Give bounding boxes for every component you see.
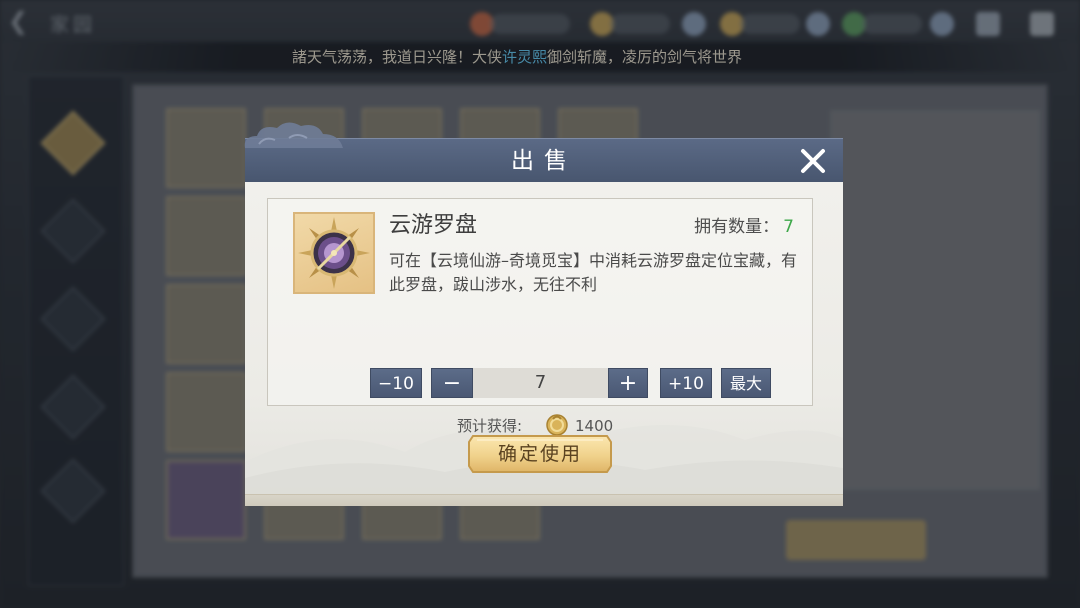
- item-thumbnail: [293, 212, 375, 294]
- quantity-input[interactable]: 7: [473, 368, 608, 398]
- minus-ten-button[interactable]: −10: [370, 368, 422, 398]
- owned-label: 拥有数量：: [694, 217, 780, 237]
- item-name: 云游罗盘: [389, 213, 478, 238]
- dialog-bottom-border: [245, 494, 843, 506]
- owned-count: 7: [783, 217, 794, 237]
- close-button[interactable]: [797, 145, 829, 177]
- confirm-button[interactable]: 确定使用: [467, 434, 613, 474]
- coin-icon: [546, 414, 568, 436]
- plus-ten-button[interactable]: +10: [660, 368, 712, 398]
- decrement-button[interactable]: −: [431, 368, 473, 398]
- sell-dialog: 出售 云游罗盘 拥有数量： 7 可在【云境仙游–奇境觅宝】中消耗云游罗盘定位宝藏…: [244, 122, 843, 506]
- cloud-ornament-icon: [244, 122, 343, 148]
- owned-quantity: 拥有数量： 7: [694, 215, 794, 239]
- item-description: 可在【云境仙游–奇境觅宝】中消耗云游罗盘定位宝藏，有此罗盘，跋山涉水，无往不利: [389, 251, 798, 294]
- max-button[interactable]: 最大: [721, 368, 771, 398]
- close-icon: [801, 149, 825, 173]
- compass-icon: [298, 217, 370, 289]
- confirm-button-label: 确定使用: [497, 443, 582, 465]
- increment-button[interactable]: +: [608, 368, 648, 398]
